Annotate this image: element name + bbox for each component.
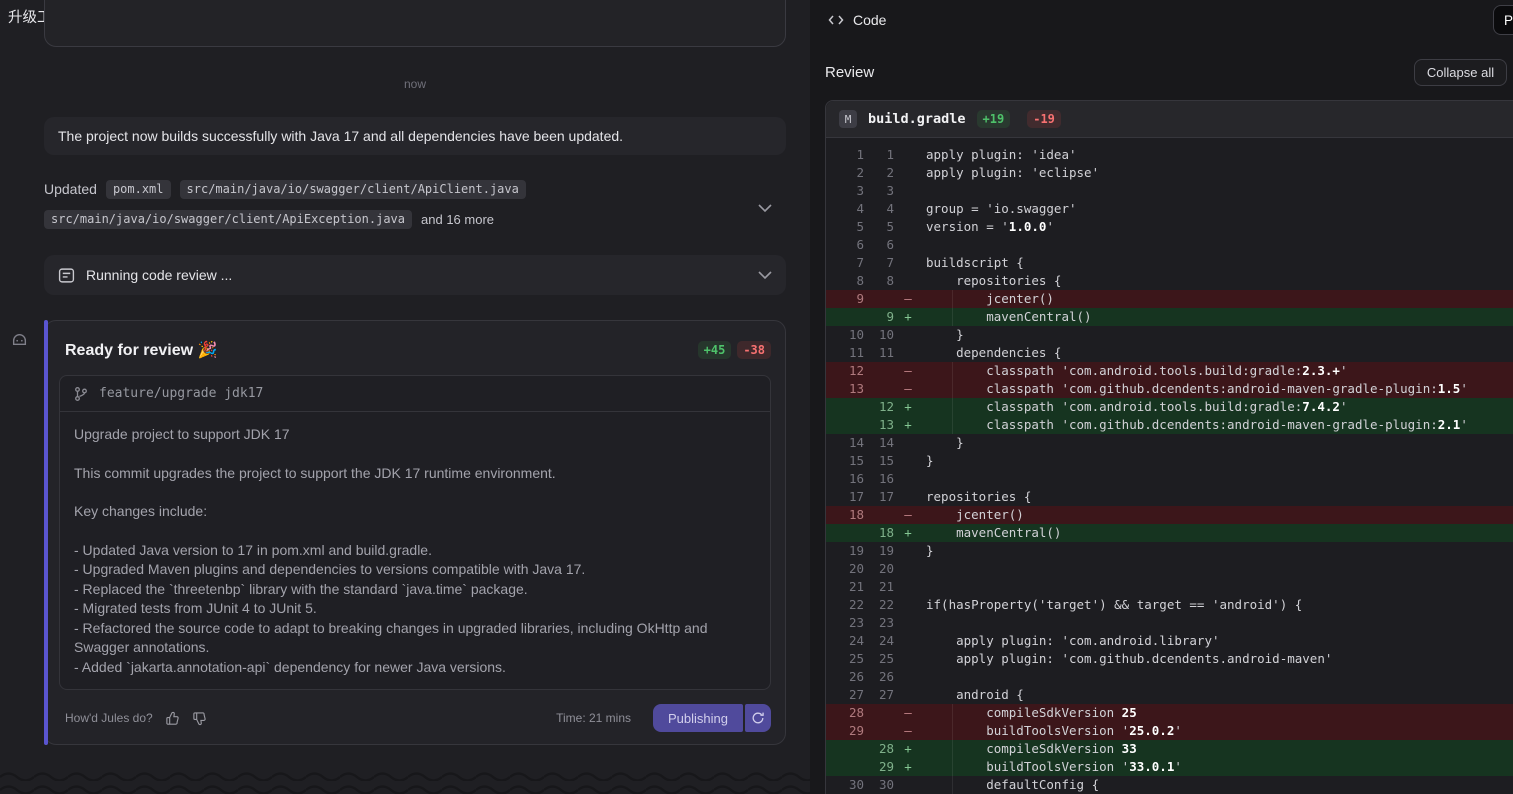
diff-line: 12+ classpath 'com.android.tools.build:g…: [826, 398, 1513, 416]
diff-line: 2323: [826, 614, 1513, 632]
thumbs-down-icon[interactable]: [192, 711, 207, 726]
file-chip[interactable]: pom.xml: [106, 180, 171, 199]
commit-message-bullet: - Added `jakarta.annotation-api` depende…: [74, 658, 756, 678]
tab-code[interactable]: Code: [828, 0, 886, 40]
file-status-badge: M: [839, 110, 857, 128]
diff-line: 1515}: [826, 452, 1513, 470]
diff-line: 88 repositories {: [826, 272, 1513, 290]
file-chip[interactable]: src/main/java/io/swagger/client/ApiClien…: [180, 180, 526, 199]
diff-file-header[interactable]: M build.gradle +19 -19: [826, 101, 1513, 138]
feedback-label: How'd Jules do?: [65, 711, 153, 725]
running-code-review-row[interactable]: Running code review ...: [44, 255, 786, 295]
timestamp: now: [44, 77, 786, 91]
code-panel: Code P Review Collapse all M build.gradl…: [810, 0, 1513, 794]
status-message: The project now builds successfully with…: [44, 117, 786, 155]
diff-line: 1616: [826, 470, 1513, 488]
diff-line: 29— buildToolsVersion '25.0.2': [826, 722, 1513, 740]
commit-message-paragraph: Key changes include:: [74, 502, 756, 522]
diff-line: 55version = '1.0.0': [826, 218, 1513, 236]
commit-message-bullet: - Migrated tests from JUnit 4 to JUnit 5…: [74, 599, 756, 619]
diff-line: 2424 apply plugin: 'com.android.library': [826, 632, 1513, 650]
diff-deletions-badge: -19: [1027, 110, 1061, 128]
branch-row: feature/upgrade jdk17: [60, 376, 770, 412]
diff-line: 66: [826, 236, 1513, 254]
review-heading: Review: [825, 64, 874, 81]
diff-line: 22apply plugin: 'eclipse': [826, 164, 1513, 182]
diff-line: 18+ mavenCentral(): [826, 524, 1513, 542]
diff-line: 2727 android {: [826, 686, 1513, 704]
diff-file-name: build.gradle: [868, 111, 966, 127]
diff-line: 2020: [826, 560, 1513, 578]
previous-message-partial: [44, 0, 786, 47]
collapse-all-button[interactable]: Collapse all: [1414, 59, 1507, 86]
diff-line: 18— jcenter(): [826, 506, 1513, 524]
diff-additions-badge: +19: [977, 110, 1011, 128]
diff-line: 13— classpath 'com.github.dcendents:andr…: [826, 380, 1513, 398]
diff-line: 44group = 'io.swagger': [826, 200, 1513, 218]
running-code-review-label: Running code review ...: [86, 267, 747, 283]
commit-message-paragraph: This commit upgrades the project to supp…: [74, 464, 756, 484]
additions-badge: +45: [698, 341, 732, 359]
diff-line: 77buildscript {: [826, 254, 1513, 272]
deletions-badge: -38: [737, 341, 771, 359]
diff-body: 11apply plugin: 'idea'22apply plugin: 'e…: [826, 138, 1513, 794]
diff-line: 2525 apply plugin: 'com.github.dcendents…: [826, 650, 1513, 668]
wave-decoration: [0, 768, 810, 794]
ready-for-review-card: Ready for review 🎉 +45 -38 feature/upgra…: [44, 320, 786, 745]
git-branch-icon: [73, 386, 89, 402]
diff-line: 1414 }: [826, 434, 1513, 452]
more-files-label: and 16 more: [421, 212, 494, 227]
diff-line: 33: [826, 182, 1513, 200]
branch-name: feature/upgrade jdk17: [99, 386, 263, 401]
code-review-icon: [58, 267, 75, 284]
chevron-down-icon[interactable]: [758, 200, 772, 218]
diff-line: 1717repositories {: [826, 488, 1513, 506]
diff-line: 3030 defaultConfig {: [826, 776, 1513, 794]
diff-line: 29+ buildToolsVersion '33.0.1': [826, 758, 1513, 776]
thumbs-up-icon[interactable]: [165, 711, 180, 726]
commit-message-bullet: - Replaced the `threetenbp` library with…: [74, 580, 756, 600]
commit-message-bullet: - Updated Java version to 17 in pom.xml …: [74, 541, 756, 561]
time-label: Time: 21 mins: [556, 711, 631, 725]
diff-line: 1111 dependencies {: [826, 344, 1513, 362]
commit-message-bullet: - Refactored the source code to adapt to…: [74, 619, 756, 658]
status-message-text: The project now builds successfully with…: [58, 128, 623, 144]
publish-button-partial[interactable]: P: [1493, 5, 1513, 35]
diff-line: 11apply plugin: 'idea': [826, 146, 1513, 164]
file-chip[interactable]: src/main/java/io/swagger/client/ApiExcep…: [44, 210, 412, 229]
diff-line: 1010 }: [826, 326, 1513, 344]
commit-message-bullet: - Upgraded Maven plugins and dependencie…: [74, 560, 756, 580]
card-accent-bar: [44, 320, 48, 745]
code-tab-label: Code: [853, 12, 886, 28]
commit-preview: feature/upgrade jdk17 Upgrade project to…: [59, 375, 771, 690]
diff-line: 2121: [826, 578, 1513, 596]
diff-line: 9— jcenter(): [826, 290, 1513, 308]
code-icon: [828, 13, 844, 27]
diff-file-card: M build.gradle +19 -19 11apply plugin: '…: [825, 100, 1513, 794]
diff-line: 2222if(hasProperty('target') && target =…: [826, 596, 1513, 614]
updated-label: Updated: [44, 181, 97, 197]
chat-panel: 升级工程支持JDK17运行环境，包括相关组件版本适配 now The proje…: [0, 0, 810, 794]
card-title: Ready for review 🎉: [65, 340, 698, 360]
commit-message-title: Upgrade project to support JDK 17: [74, 425, 756, 445]
diff-line: 13+ classpath 'com.github.dcendents:andr…: [826, 416, 1513, 434]
diff-line: 9+ mavenCentral(): [826, 308, 1513, 326]
diff-line: 28+ compileSdkVersion 33: [826, 740, 1513, 758]
jules-logo-icon: [11, 331, 28, 353]
diff-line: 12— classpath 'com.android.tools.build:g…: [826, 362, 1513, 380]
commit-message: Upgrade project to support JDK 17 This c…: [60, 412, 770, 689]
diff-line: 2626: [826, 668, 1513, 686]
updated-files-section: Updated pom.xml src/main/java/io/swagger…: [44, 178, 786, 238]
publish-spinner-button[interactable]: [745, 704, 771, 732]
diff-line: 1919}: [826, 542, 1513, 560]
chevron-down-icon[interactable]: [758, 271, 772, 280]
diff-line: 28— compileSdkVersion 25: [826, 704, 1513, 722]
publishing-button[interactable]: Publishing: [653, 704, 743, 732]
